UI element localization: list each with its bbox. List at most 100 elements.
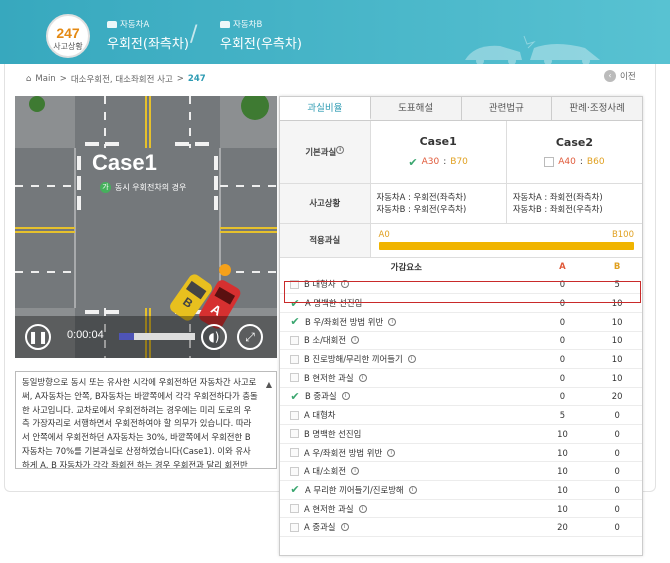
case1-a: A30 <box>421 157 440 168</box>
info-icon[interactable]: i <box>351 467 360 476</box>
home-icon[interactable]: ⌂ <box>26 74 31 84</box>
scroll-up-icon[interactable]: ▲ <box>266 378 272 392</box>
checkbox-icon[interactable] <box>290 373 299 383</box>
applied-fault-cell: A0 B100 <box>370 223 642 258</box>
factor-row[interactable]: B 명백한 선진입 10 0 <box>280 425 642 444</box>
info-icon[interactable]: i <box>407 355 416 364</box>
info-icon[interactable]: i <box>341 392 350 401</box>
back-arrow-icon: ‹ <box>604 70 616 82</box>
info-icon[interactable]: i <box>358 504 367 513</box>
tab-fault-ratio[interactable]: 과실비율 <box>280 97 371 120</box>
factor-value-b: 0 <box>614 522 620 533</box>
applied-fault-bar <box>378 242 634 250</box>
factor-name: B 명백한 선진입 <box>280 428 533 440</box>
checkbox-icon[interactable] <box>290 448 299 458</box>
factor-label: A 대/소회전 <box>304 466 347 477</box>
case-sub-text: 동시 우회전차의 경우 <box>115 183 187 192</box>
info-icon[interactable]: i <box>408 485 417 494</box>
volume-button[interactable]: ◖) <box>201 324 227 350</box>
factor-value-b: 0 <box>614 428 620 439</box>
ratio-separator: : <box>443 157 447 168</box>
checkbox-icon[interactable] <box>290 335 299 345</box>
factor-row[interactable]: A 대형차 5 0 <box>280 406 642 425</box>
factor-header-b: B <box>613 261 621 272</box>
checkbox-icon[interactable] <box>290 429 299 439</box>
factor-value-b: 10 <box>611 335 623 346</box>
car-icon <box>220 20 230 28</box>
factor-row[interactable]: ✔ A 무리한 끼어들기/진로방해 i 10 0 <box>280 481 642 500</box>
case2-cell[interactable]: Case2 A40: B60 <box>506 121 642 184</box>
factor-name: A 우/좌회전 방법 위반 i <box>280 447 533 459</box>
pause-button[interactable]: ❚❚ <box>25 324 51 350</box>
factor-row[interactable]: B 현저한 과실 i 0 10 <box>280 369 642 388</box>
vehicle-a-action: 우회전(좌측차) <box>107 37 189 52</box>
factor-header-a: A <box>559 261 566 272</box>
factor-row[interactable]: B 소/대회전 i 0 10 <box>280 332 642 351</box>
case2-situation-a: 자동차A : 좌회전(좌측차) <box>512 192 603 202</box>
video-time: 0:00:04 <box>67 329 104 341</box>
checked-checkbox-icon[interactable]: ✔ <box>290 483 300 496</box>
info-icon[interactable]: i <box>358 373 367 382</box>
checkbox-icon[interactable] <box>290 466 299 476</box>
factor-row[interactable]: A 현저한 과실 i 10 0 <box>280 500 642 519</box>
case-sub-badge: 가 <box>100 182 111 193</box>
checkbox-icon[interactable] <box>290 410 299 420</box>
factor-label: A 무리한 끼어들기/진로방해 <box>305 484 404 495</box>
factor-row[interactable]: ✔ B 우/좌회전 방법 위반 i 0 10 <box>280 313 642 332</box>
case1-b: B70 <box>450 157 468 168</box>
fullscreen-button[interactable]: ⤢ <box>237 324 263 350</box>
factor-row[interactable]: ✔ B 중과실 i 0 20 <box>280 388 642 407</box>
info-icon[interactable]: i <box>351 336 360 345</box>
checkbox-icon[interactable] <box>290 354 299 364</box>
tab-cases[interactable]: 판례·조정사례 <box>552 97 642 120</box>
checked-checkbox-icon[interactable]: ✔ <box>290 315 300 328</box>
factor-value-a: 10 <box>557 466 568 477</box>
tab-diagram[interactable]: 도표해설 <box>370 97 462 120</box>
factor-label: B 소/대회전 <box>304 335 347 346</box>
breadcrumb-separator: > <box>176 74 184 84</box>
factor-row[interactable]: A 대/소회전 i 10 0 <box>280 462 642 482</box>
factor-row[interactable]: A 우/좌회전 방법 위반 i 10 0 <box>280 444 642 463</box>
case1-situation: 자동차A : 우회전(좌측차) 자동차B : 우회전(우측차) <box>370 183 507 224</box>
info-icon[interactable]: i <box>388 317 397 326</box>
video-progress-fill <box>119 333 135 340</box>
factor-name: B 현저한 과실 i <box>280 372 533 384</box>
factor-name: ✔ B 중과실 i <box>280 390 533 403</box>
tab-laws[interactable]: 관련법규 <box>461 97 553 120</box>
video-controls: ❚❚ 0:00:04 ◖) ⤢ <box>15 316 277 358</box>
vehicle-a-info: 자동차A 우회전(좌측차) <box>107 18 189 52</box>
breadcrumb-separator: > <box>59 74 67 84</box>
case1-cell[interactable]: Case1 ✔ A30: B70 <box>370 121 507 184</box>
factor-label: B 중과실 <box>305 391 337 402</box>
factor-name: ✔ A 무리한 끼어들기/진로방해 i <box>280 483 533 496</box>
checkbox-icon[interactable] <box>290 504 299 514</box>
factor-label: A 중과실 <box>304 522 336 533</box>
factor-row[interactable]: A 중과실 i 20 0 <box>280 518 642 538</box>
info-icon[interactable]: i <box>387 448 396 457</box>
factor-value-a: 0 <box>559 335 566 346</box>
prev-button[interactable]: ‹ 이전 <box>604 70 636 82</box>
checkbox-icon[interactable] <box>290 522 299 532</box>
factor-name: A 대형차 <box>280 409 533 421</box>
factor-label: B 진로방해/무리한 끼어들기 <box>304 354 403 365</box>
car-icon <box>107 20 117 28</box>
case-title: Case1 <box>92 150 157 175</box>
factor-value-a: 0 <box>559 354 566 365</box>
info-icon[interactable]: i <box>340 523 349 532</box>
highlighted-factor-frame <box>284 281 641 303</box>
checked-checkbox-icon[interactable]: ✔ <box>290 390 300 403</box>
breadcrumb-category[interactable]: 대소우회전, 대소좌회전 사고 <box>71 73 173 85</box>
breadcrumb-home[interactable]: Main <box>35 74 55 84</box>
factor-name: B 진로방해/무리한 끼어들기 i <box>280 353 533 365</box>
badge-number: 247 <box>56 25 80 41</box>
check-icon: ✔ <box>408 155 418 169</box>
vehicle-b-info: 자동차B 우회전(우측차) <box>220 18 302 52</box>
factor-value-a: 0 <box>559 316 566 327</box>
case2-situation-b: 자동차B : 좌회전(우측차) <box>512 204 603 214</box>
video-progress-bar[interactable] <box>119 333 195 340</box>
case-subtitle: 가 동시 우회전차의 경우 <box>100 182 186 193</box>
case2-situation: 자동차A : 좌회전(좌측차) 자동차B : 좌회전(우측차) <box>506 183 642 224</box>
info-icon[interactable]: i <box>336 145 345 154</box>
factor-row[interactable]: B 진로방해/무리한 끼어들기 i 0 10 <box>280 350 642 369</box>
factor-value-b: 10 <box>611 316 623 327</box>
